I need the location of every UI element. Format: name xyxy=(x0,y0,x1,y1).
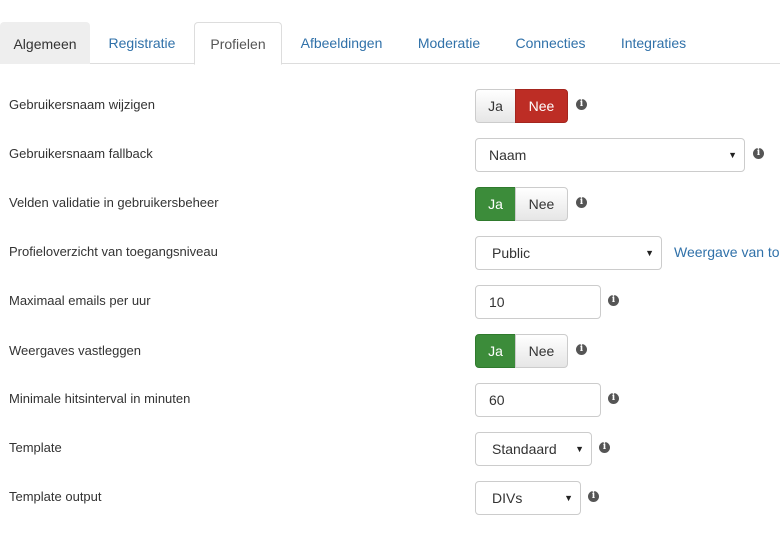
template-value: Standaard xyxy=(492,441,557,457)
username-change-yes-button[interactable]: Ja xyxy=(475,89,516,123)
profile-overview-value: Public xyxy=(492,245,531,261)
min-hits-value: 60 xyxy=(489,392,505,408)
username-change-toggle: Ja Nee xyxy=(475,89,568,123)
template-select[interactable]: Standaard ▼ xyxy=(475,432,592,466)
template-output-label: Template output xyxy=(9,489,102,504)
tab-moderatie[interactable]: Moderatie xyxy=(401,22,497,64)
log-views-no-button[interactable]: Nee xyxy=(515,334,568,368)
info-icon[interactable]: i xyxy=(576,197,587,208)
caret-down-icon: ▼ xyxy=(564,493,573,503)
max-emails-input[interactable]: 10 xyxy=(475,285,601,319)
log-views-label: Weergaves vastleggen xyxy=(9,343,142,358)
profile-overview-label: Profieloverzicht van toegangsniveau xyxy=(9,244,218,259)
tab-afbeeldingen[interactable]: Afbeeldingen xyxy=(287,22,396,64)
template-label: Template xyxy=(9,440,62,455)
log-views-toggle: Ja Nee xyxy=(475,334,568,368)
field-validation-toggle: Ja Nee xyxy=(475,187,568,221)
username-fallback-label: Gebruikersnaam fallback xyxy=(9,146,153,161)
info-icon[interactable]: i xyxy=(608,393,619,404)
view-link[interactable]: Weergave van to xyxy=(674,244,780,260)
caret-down-icon: ▼ xyxy=(645,248,654,258)
caret-down-icon: ▼ xyxy=(728,150,737,160)
username-fallback-value: Naam xyxy=(489,147,527,163)
max-emails-value: 10 xyxy=(489,294,505,310)
tab-integraties[interactable]: Integraties xyxy=(604,22,703,64)
log-views-yes-button[interactable]: Ja xyxy=(475,334,516,368)
caret-down-icon: ▼ xyxy=(575,444,584,454)
min-hits-label: Minimale hitsinterval in minuten xyxy=(9,391,191,406)
tab-bar: Algemeen Registratie Profielen Afbeeldin… xyxy=(0,0,780,65)
username-change-no-button[interactable]: Nee xyxy=(515,89,568,123)
info-icon[interactable]: i xyxy=(608,295,619,306)
field-validation-no-button[interactable]: Nee xyxy=(515,187,568,221)
tab-algemeen[interactable]: Algemeen xyxy=(0,22,90,64)
min-hits-input[interactable]: 60 xyxy=(475,383,601,417)
info-icon[interactable]: i xyxy=(599,442,610,453)
profile-overview-select[interactable]: Public ▼ xyxy=(475,236,662,270)
info-icon[interactable]: i xyxy=(576,99,587,110)
tab-registratie[interactable]: Registratie xyxy=(95,22,189,64)
tab-connecties[interactable]: Connecties xyxy=(502,22,599,64)
field-validation-yes-button[interactable]: Ja xyxy=(475,187,516,221)
info-icon[interactable]: i xyxy=(576,344,587,355)
tab-profielen[interactable]: Profielen xyxy=(194,22,282,65)
info-icon[interactable]: i xyxy=(588,491,599,502)
template-output-select[interactable]: DIVs ▼ xyxy=(475,481,581,515)
info-icon[interactable]: i xyxy=(753,148,764,159)
username-fallback-select[interactable]: Naam ▼ xyxy=(475,138,745,172)
template-output-value: DIVs xyxy=(492,490,523,506)
field-validation-label: Velden validatie in gebruikersbeheer xyxy=(9,195,219,210)
max-emails-label: Maximaal emails per uur xyxy=(9,293,151,308)
username-change-label: Gebruikersnaam wijzigen xyxy=(9,97,155,112)
